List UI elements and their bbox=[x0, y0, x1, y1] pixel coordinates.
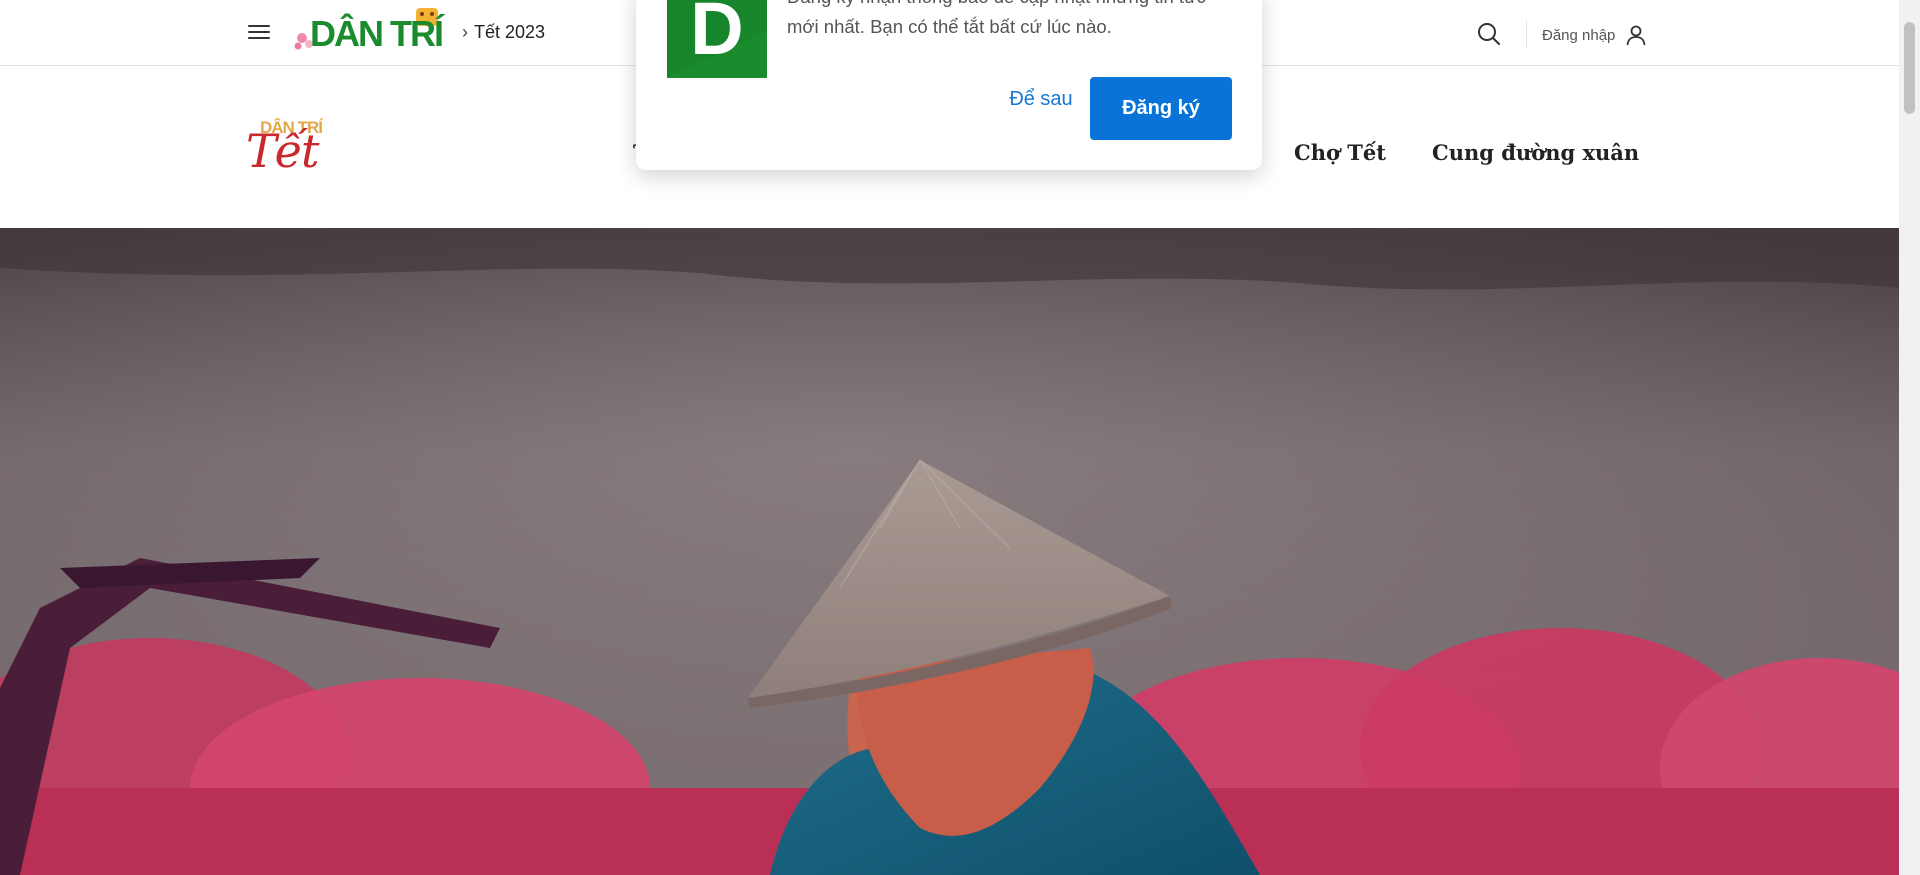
hero-image[interactable] bbox=[0, 228, 1899, 875]
popup-message: Đăng ký nhận thông báo để cập nhật những… bbox=[787, 0, 1206, 37]
subscribe-button[interactable]: Đăng ký bbox=[1090, 77, 1232, 140]
popup-logo-letter: D bbox=[690, 0, 743, 70]
section-nav: Chợ Tết Cung đường xuân bbox=[1294, 140, 1639, 165]
hero-photo bbox=[0, 228, 1899, 875]
dantri-app-logo: D bbox=[667, 0, 767, 78]
nav-item-cung-duong-xuan[interactable]: Cung đường xuân bbox=[1432, 140, 1639, 165]
scrollbar-thumb[interactable] bbox=[1904, 22, 1915, 114]
dantri-logo[interactable]: DÂN TRÍ bbox=[290, 4, 450, 54]
logo-text: DÂN TRÍ bbox=[310, 12, 445, 54]
chevron-right-icon: › bbox=[462, 22, 468, 42]
search-icon[interactable] bbox=[1476, 21, 1502, 47]
nav-item-cho-tet[interactable]: Chợ Tết bbox=[1294, 140, 1386, 165]
login-button[interactable]: Đăng nhập bbox=[1542, 24, 1647, 46]
login-label[interactable]: Đăng nhập bbox=[1542, 27, 1615, 44]
menu-icon[interactable] bbox=[247, 22, 271, 42]
divider bbox=[1526, 20, 1527, 48]
breadcrumb-label[interactable]: Tết 2023 bbox=[474, 22, 545, 43]
breadcrumb[interactable]: › Tết 2023 bbox=[462, 22, 545, 43]
tet-logo[interactable]: DÂN TRÍ Tết bbox=[246, 118, 346, 188]
notification-popup: D Đăng ký nhận thông báo để cập nhật nhữ… bbox=[636, 0, 1262, 170]
user-icon[interactable] bbox=[1625, 24, 1647, 46]
scrollbar[interactable] bbox=[1899, 0, 1920, 875]
tet-logo-word: Tết bbox=[246, 124, 319, 178]
